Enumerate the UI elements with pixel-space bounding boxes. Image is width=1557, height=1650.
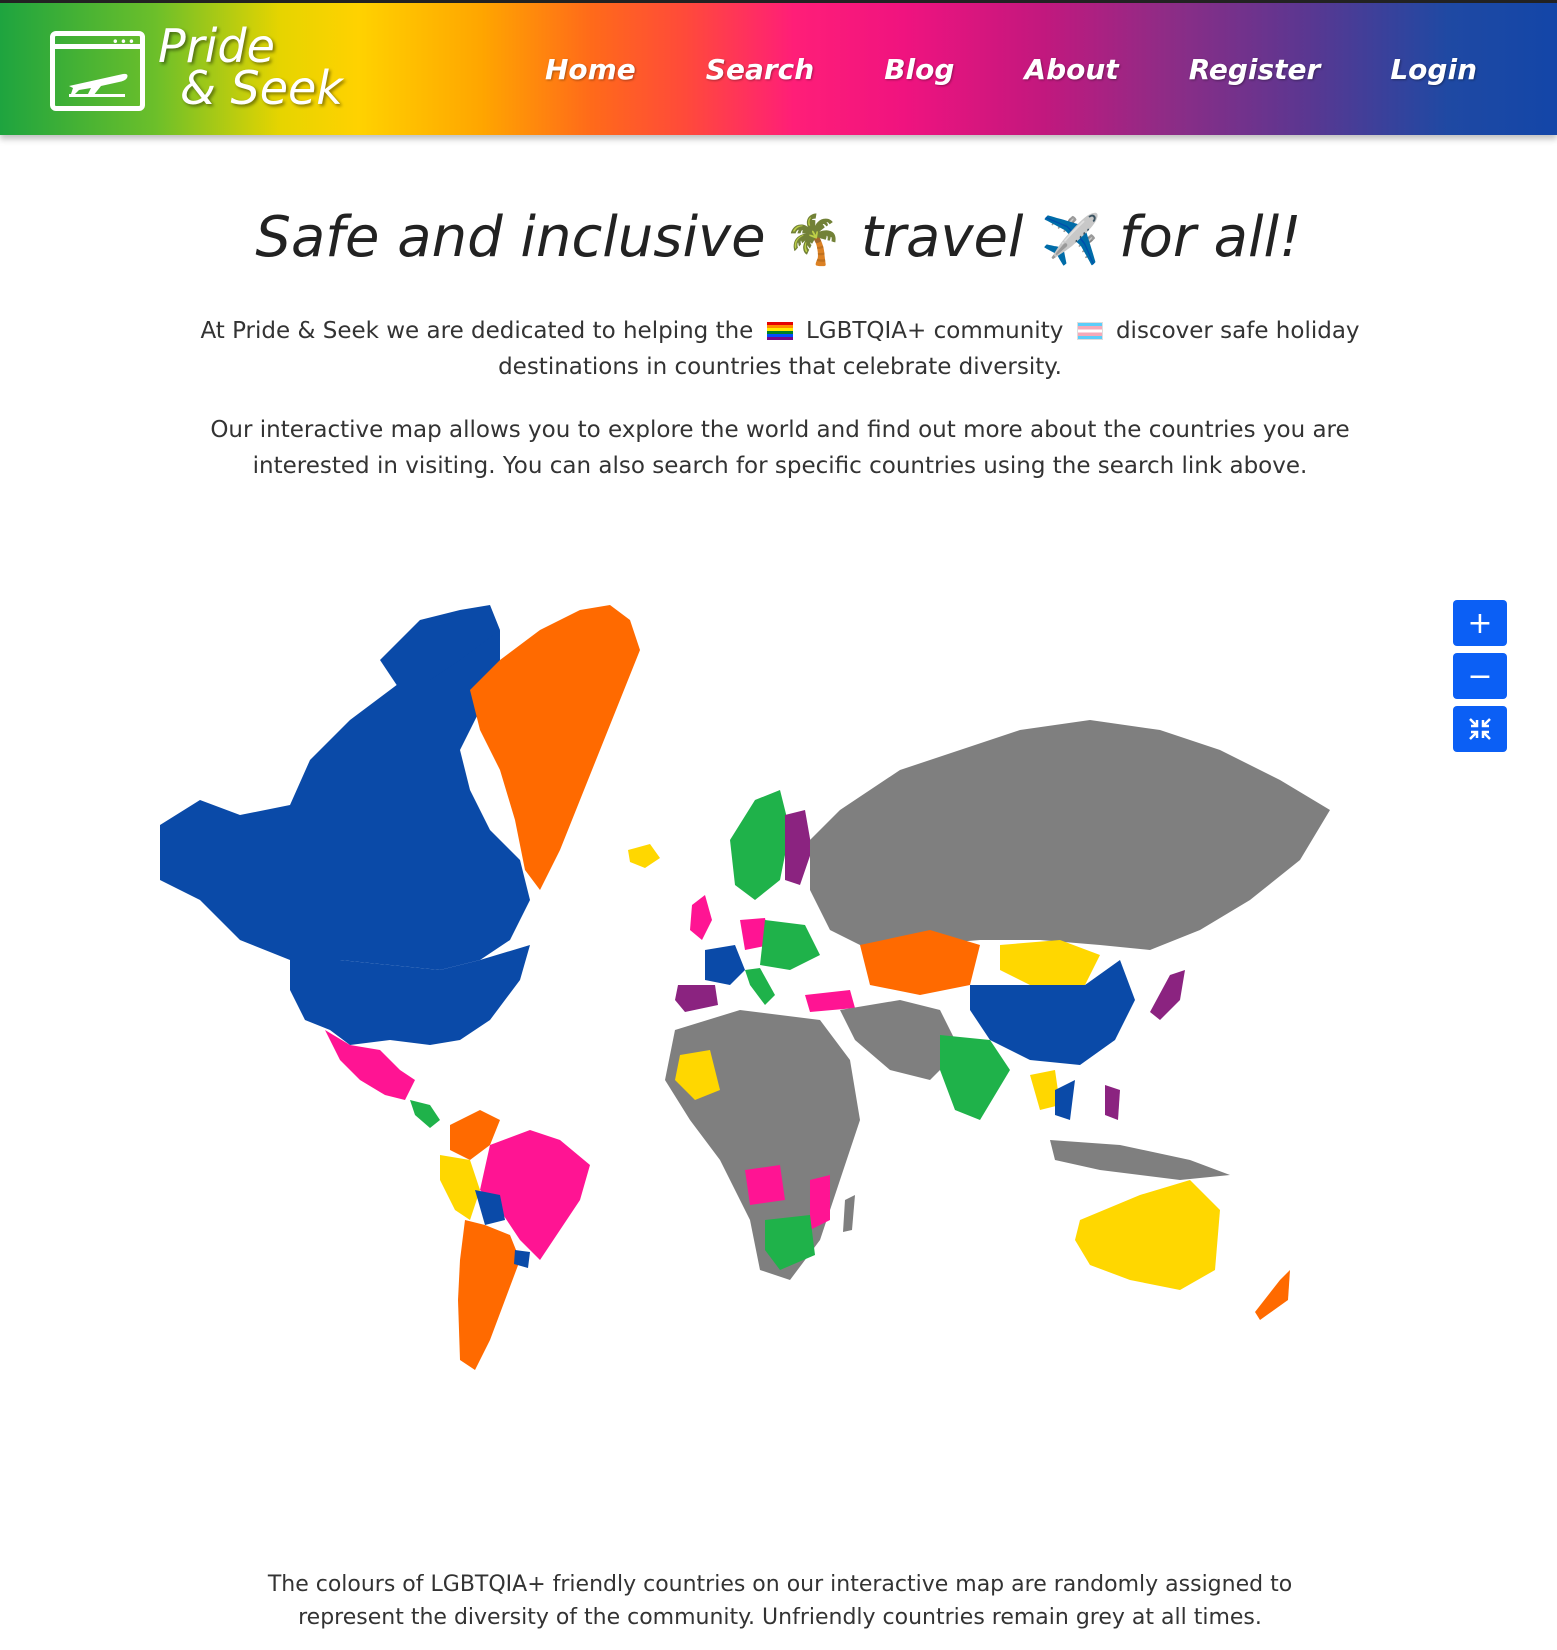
map-country-italy[interactable] [745,968,775,1005]
world-map[interactable] [140,600,1420,1440]
nav-register[interactable]: Register [1189,53,1321,86]
map-country-iceland[interactable] [628,844,660,868]
map-country-turkey[interactable] [805,990,855,1012]
map-country-australia[interactable] [1075,1180,1220,1290]
intro-text-b: LGBTQIA+ community [805,318,1064,344]
zoom-in-button[interactable]: + [1453,600,1507,646]
map-country-spain[interactable] [675,985,718,1012]
map-country-india[interactable] [940,1035,1010,1120]
map-country-france[interactable] [705,945,745,985]
map-country-angola[interactable] [745,1165,785,1205]
site-logo[interactable]: ••• Pride & Seek [50,23,350,117]
rainbow-flag-icon [766,322,793,340]
airplane-icon [69,73,128,97]
nav-blog[interactable]: Blog [884,53,954,86]
map-country-argentina[interactable] [458,1220,520,1370]
map-region-africa[interactable] [665,1010,860,1280]
reset-zoom-button[interactable] [1453,706,1507,752]
intro-text-a: At Pride & Seek we are dedicated to help… [200,318,754,344]
headline-text-3: for all! [1118,205,1302,270]
trans-flag-icon [1076,322,1103,340]
map-country-norway-sweden[interactable] [730,790,790,900]
compress-icon [1469,718,1491,740]
headline-text-1: Safe and inclusive [255,205,766,270]
intro-paragraph: At Pride & Seek we are dedicated to help… [150,313,1410,385]
zoom-out-button[interactable]: − [1453,653,1507,699]
map-country-russia[interactable] [810,720,1330,950]
brand-line-2: & Seek [180,61,343,115]
map-country-canada[interactable] [160,630,530,970]
nav-search[interactable]: Search [706,53,814,86]
map-country-uk[interactable] [690,895,712,940]
map-country-vietnam-cambodia[interactable] [1055,1080,1075,1120]
map-country-finland[interactable] [785,810,812,885]
map-country-mozambique[interactable] [810,1175,830,1230]
nav-login[interactable]: Login [1390,53,1477,86]
nav-home[interactable]: Home [545,53,636,86]
palm-tree-icon: 🌴 [783,212,844,268]
headline-text-2: travel [861,205,1024,270]
map-region-central-america[interactable] [410,1100,440,1128]
map-intro-paragraph: Our interactive map allows you to explor… [210,417,1350,479]
map-country-new-zealand[interactable] [1255,1270,1290,1320]
map-country-madagascar[interactable] [843,1195,855,1232]
map-country-philippines[interactable] [1105,1085,1120,1120]
page-headline: Safe and inclusive 🌴 travel ✈️ for all! [0,205,1557,270]
browser-window-icon: ••• [50,31,145,111]
map-region-central-europe[interactable] [760,920,820,970]
site-header: ••• Pride & Seek Home Search Blog About … [0,0,1557,135]
map-zoom-controls: + − [1453,600,1507,759]
airplane-icon: ✈️ [1041,212,1102,268]
nav-about[interactable]: About [1024,53,1118,86]
map-colour-note: The colours of LGBTQIA+ friendly countri… [267,1572,1293,1630]
map-region-indonesia[interactable] [1050,1140,1230,1180]
brand-name: Pride & Seek [158,23,343,115]
main-nav: Home Search Blog About Register Login [475,53,1477,86]
map-country-japan[interactable] [1150,970,1185,1020]
map-country-ecuador-peru[interactable] [440,1155,480,1220]
map-country-mongolia[interactable] [1000,940,1100,985]
